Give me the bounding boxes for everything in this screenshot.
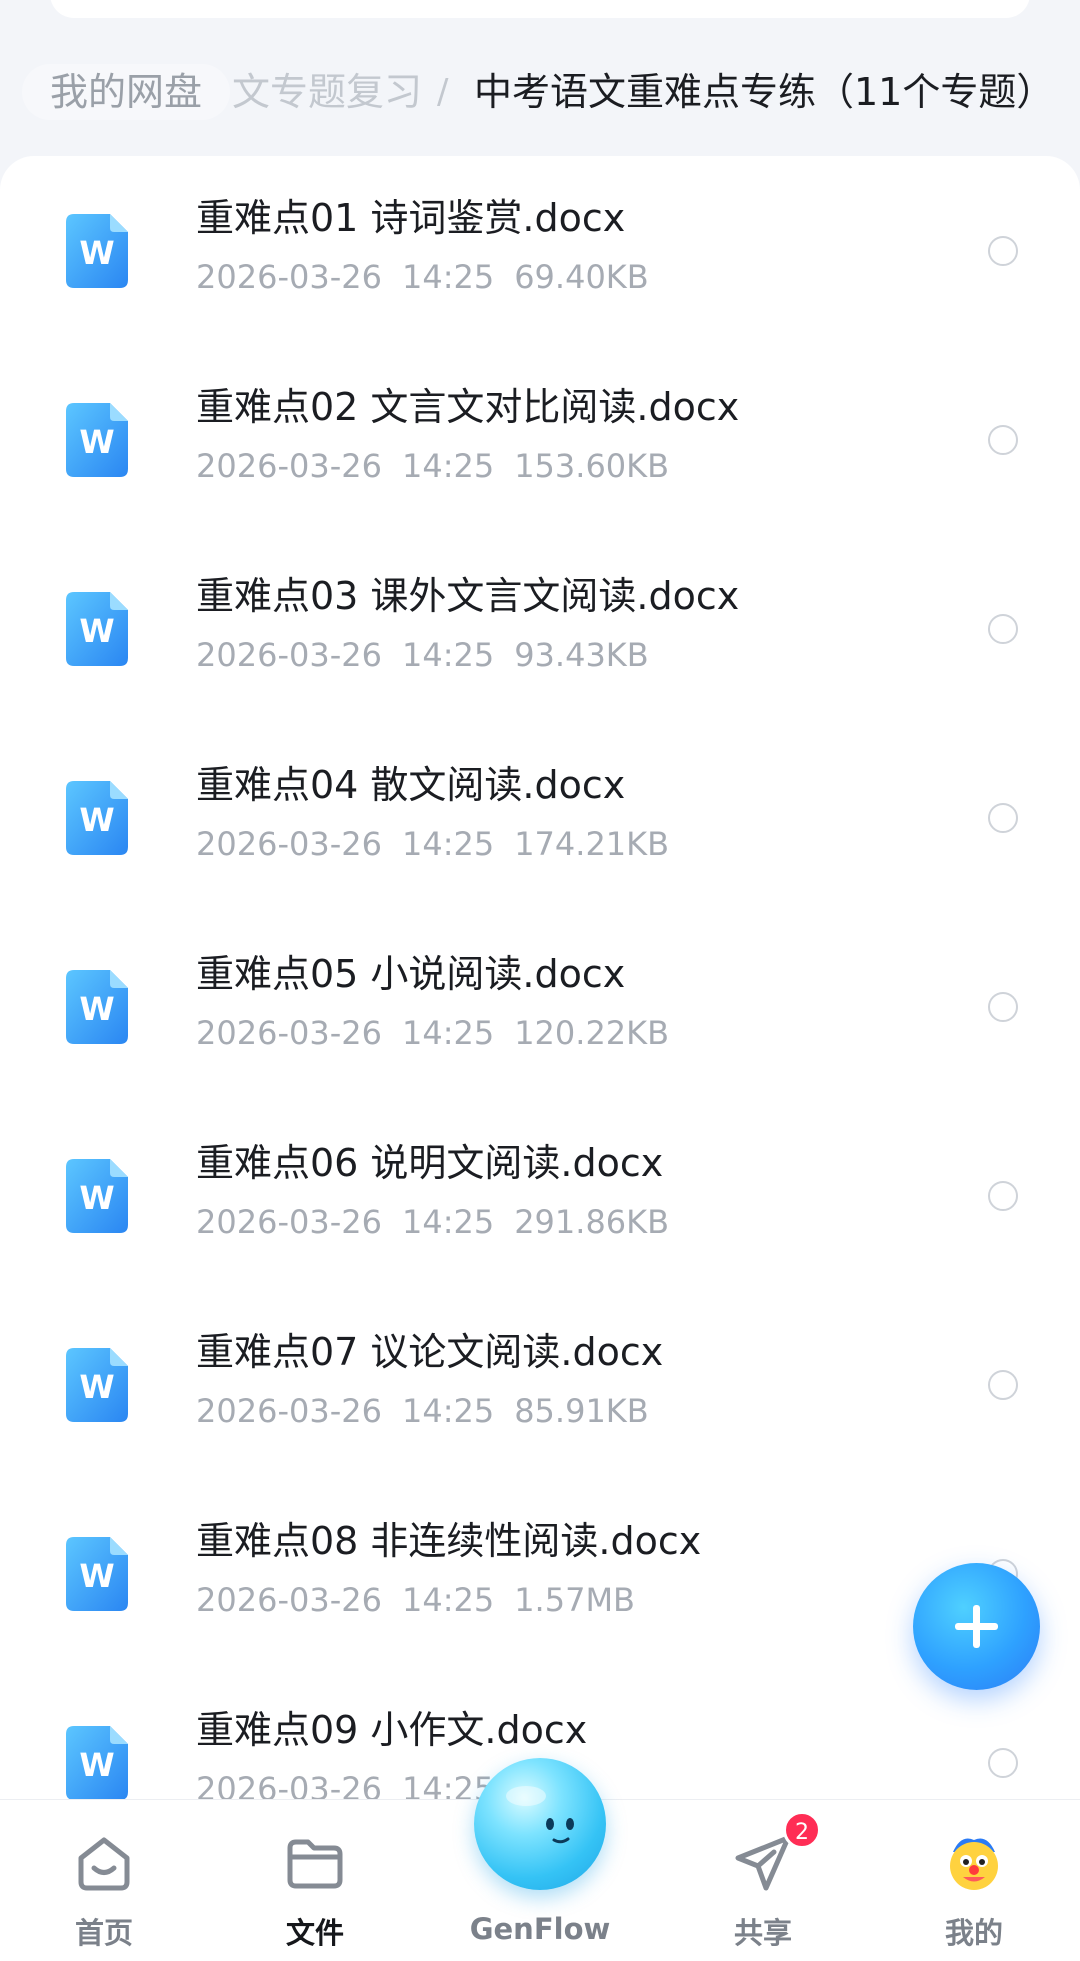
word-doc-icon: W (66, 1348, 128, 1422)
file-meta: 2026-03-26 14:25 85.91KB (196, 1390, 669, 1432)
select-radio[interactable] (988, 1748, 1018, 1778)
svg-text:W: W (79, 990, 114, 1028)
genflow-face-icon (506, 1786, 574, 1844)
select-radio[interactable] (988, 1370, 1018, 1400)
nav-home-label: 首页 (74, 1916, 133, 1950)
file-name: 重难点03 课外文言文阅读.docx (196, 574, 740, 618)
share-notification-badge: 2 (783, 1811, 821, 1849)
breadcrumb: 我的网盘 文专题复习 / 中考语文重难点专练（11个专题） (0, 60, 1080, 124)
svg-text:W: W (79, 1179, 114, 1217)
nav-share-label: 共享 (733, 1916, 792, 1950)
file-time: 14:25 (401, 825, 495, 863)
file-row[interactable]: W 重难点04 散文阅读.docx 2026-03-26 14:25 174.21K… (0, 723, 1080, 912)
file-size: 120.22KB (514, 1014, 670, 1052)
select-radio[interactable] (988, 425, 1018, 455)
file-name: 重难点05 小说阅读.docx (196, 952, 626, 996)
file-time: 14:25 (401, 447, 495, 485)
file-meta: 2026-03-26 14:25 120.22KB (196, 1012, 689, 1054)
breadcrumb-separator: / (437, 72, 449, 112)
file-size: 1.57MB (514, 1581, 635, 1619)
add-fab-button[interactable] (913, 1563, 1040, 1690)
word-doc-icon: W (66, 214, 128, 288)
svg-text:W: W (79, 612, 114, 650)
breadcrumb-parent[interactable]: 文专题复习 (232, 64, 422, 120)
file-time: 14:25 (401, 1581, 495, 1619)
file-time: 14:25 (401, 1392, 495, 1430)
file-date: 2026-03-26 (196, 447, 382, 485)
plus-icon (955, 1605, 998, 1648)
file-date: 2026-03-26 (196, 825, 382, 863)
nav-files[interactable]: 文件 (235, 1800, 395, 1961)
nav-home[interactable]: 首页 (24, 1800, 184, 1961)
select-radio[interactable] (988, 1181, 1018, 1211)
folder-icon (287, 1839, 343, 1889)
word-doc-icon: W (66, 1537, 128, 1611)
word-doc-icon: W (66, 592, 128, 666)
file-row[interactable]: W 重难点02 文言文对比阅读.docx 2026-03-26 14:25 153.… (0, 345, 1080, 534)
file-time: 14:25 (401, 636, 495, 674)
svg-text:W: W (79, 423, 114, 461)
select-radio[interactable] (988, 614, 1018, 644)
file-name: 重难点09 小作文.docx (196, 1708, 588, 1752)
word-doc-icon: W (66, 403, 128, 477)
file-date: 2026-03-26 (196, 1203, 382, 1241)
select-radio[interactable] (988, 803, 1018, 833)
file-name: 重难点07 议论文阅读.docx (196, 1330, 664, 1374)
nav-me[interactable]: 我的 (894, 1800, 1054, 1961)
word-doc-icon: W (66, 1726, 128, 1800)
file-size: 85.91KB (514, 1392, 649, 1430)
file-row[interactable]: W 重难点05 小说阅读.docx 2026-03-26 14:25 120.22K… (0, 912, 1080, 1101)
file-size: 69.40KB (514, 258, 649, 296)
file-meta: 2026-03-26 14:25 291.86KB (196, 1201, 689, 1243)
file-row[interactable]: W 重难点01 诗词鉴赏.docx 2026-03-26 14:25 69.40KB (0, 156, 1080, 345)
word-doc-icon: W (66, 970, 128, 1044)
select-radio[interactable] (988, 236, 1018, 266)
file-list: W 重难点01 诗词鉴赏.docx 2026-03-26 14:25 69.40KB… (0, 156, 1080, 1806)
nav-files-label: 文件 (285, 1916, 344, 1950)
file-date: 2026-03-26 (196, 1014, 382, 1052)
genflow-orb-icon[interactable] (474, 1758, 606, 1890)
file-name: 重难点04 散文阅读.docx (196, 763, 626, 807)
file-date: 2026-03-26 (196, 258, 382, 296)
file-size: 93.43KB (514, 636, 649, 674)
file-meta: 2026-03-26 14:25 69.40KB (196, 256, 669, 298)
file-name: 重难点06 说明文阅读.docx (196, 1141, 664, 1185)
search-bar-remnant (50, 0, 1030, 18)
file-row[interactable]: W 重难点06 说明文阅读.docx 2026-03-26 14:25 291.86… (0, 1101, 1080, 1290)
svg-text:W: W (79, 1368, 114, 1406)
file-date: 2026-03-26 (196, 1581, 382, 1619)
avatar-icon (950, 1838, 998, 1890)
file-meta: 2026-03-26 14:25 93.43KB (196, 634, 669, 676)
file-size: 291.86KB (514, 1203, 670, 1241)
file-date: 2026-03-26 (196, 636, 382, 674)
breadcrumb-current: 中考语文重难点专练（11个专题） (474, 70, 1055, 114)
svg-text:W: W (79, 1557, 114, 1595)
svg-text:W: W (79, 801, 114, 839)
file-size: 153.60KB (514, 447, 670, 485)
svg-text:W: W (79, 1746, 114, 1784)
file-time: 14:25 (401, 1203, 495, 1241)
select-radio[interactable] (988, 992, 1018, 1022)
file-time: 14:25 (401, 1014, 495, 1052)
file-meta: 2026-03-26 14:25 1.57MB (196, 1579, 655, 1621)
home-icon (78, 1837, 130, 1891)
word-doc-icon: W (66, 1159, 128, 1233)
file-name: 重难点01 诗词鉴赏.docx (196, 196, 626, 240)
svg-text:W: W (79, 234, 114, 272)
file-name: 重难点08 非连续性阅读.docx (196, 1519, 702, 1563)
breadcrumb-root[interactable]: 我的网盘 (22, 64, 231, 120)
word-doc-icon: W (66, 781, 128, 855)
file-time: 14:25 (401, 258, 495, 296)
nav-genflow-label: GenFlow (469, 1912, 611, 1946)
file-date: 2026-03-26 (196, 1392, 382, 1430)
file-name: 重难点02 文言文对比阅读.docx (196, 385, 740, 429)
file-meta: 2026-03-26 14:25 174.21KB (196, 823, 689, 865)
file-row[interactable]: W 重难点07 议论文阅读.docx 2026-03-26 14:25 85.91K… (0, 1290, 1080, 1479)
file-row[interactable]: W 重难点03 课外文言文阅读.docx 2026-03-26 14:25 93.4… (0, 534, 1080, 723)
file-size: 174.21KB (514, 825, 670, 863)
file-meta: 2026-03-26 14:25 153.60KB (196, 445, 689, 487)
nav-me-label: 我的 (944, 1916, 1003, 1950)
